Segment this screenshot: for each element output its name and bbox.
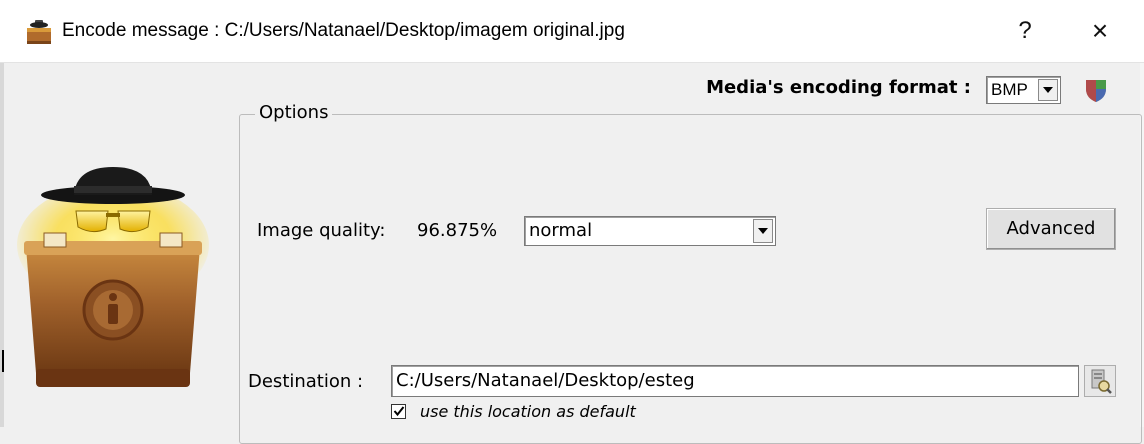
browse-button[interactable] (1084, 365, 1116, 397)
encoding-format-value: BMP (991, 80, 1028, 99)
encoding-format-label: Media's encoding format : (706, 77, 971, 98)
left-edge-marker (2, 350, 4, 372)
encoding-format-select[interactable]: BMP (986, 76, 1061, 104)
default-location-label: use this location as default (420, 402, 636, 421)
title-bar: Encode message : C:/Users/Natanael/Deskt… (0, 0, 1144, 63)
image-quality-label: Image quality: (257, 220, 386, 241)
default-location-checkbox[interactable] (391, 404, 406, 419)
spy-suitcase-logo-icon (17, 167, 209, 387)
destination-input[interactable]: C:/Users/Natanael/Desktop/esteg (391, 365, 1079, 397)
window-title: Encode message : C:/Users/Natanael/Deskt… (62, 20, 625, 41)
browse-folder-icon (1091, 369, 1112, 394)
options-legend: Options (255, 101, 333, 125)
chevron-down-icon[interactable] (1038, 79, 1058, 101)
help-button[interactable]: ? (1001, 10, 1049, 52)
left-window-edge (0, 63, 4, 427)
shield-icon[interactable] (1084, 77, 1108, 103)
checkmark-icon (393, 406, 405, 417)
destination-label: Destination : (248, 371, 364, 392)
image-quality-value: 96.875% (417, 220, 498, 241)
suitcase-icon (27, 20, 51, 44)
quality-preset-value: normal (529, 220, 593, 241)
chevron-down-icon[interactable] (753, 219, 773, 243)
close-button[interactable]: × (1076, 10, 1124, 52)
quality-preset-select[interactable]: normal (524, 216, 776, 246)
advanced-button[interactable]: Advanced (986, 208, 1116, 250)
